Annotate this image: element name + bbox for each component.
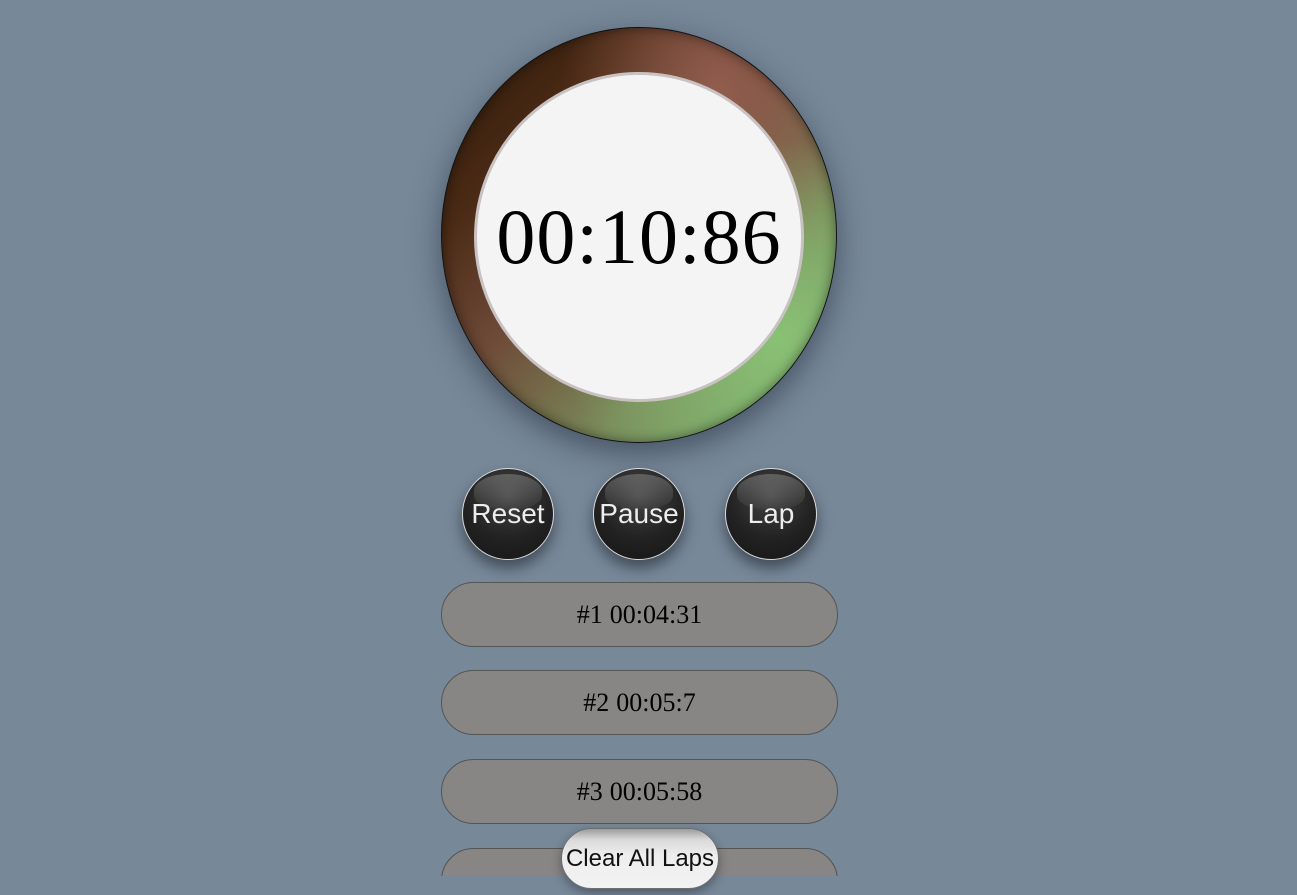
lap-time: 00:05:58 bbox=[609, 776, 703, 806]
reset-button[interactable]: Reset bbox=[462, 468, 554, 560]
pause-button[interactable]: Pause bbox=[593, 468, 685, 560]
stopwatch-dial: 00:10:86 bbox=[441, 27, 837, 443]
stopwatch-app: 00:10:86 Reset Pause Lap #1 00:04:31 #2 … bbox=[0, 0, 1297, 895]
lap-number: #3 bbox=[576, 776, 603, 806]
lap-number: #2 bbox=[583, 687, 610, 717]
elapsed-time-display: 00:10:86 bbox=[496, 193, 782, 280]
lap-button[interactable]: Lap bbox=[725, 468, 817, 560]
lap-time: 00:05:7 bbox=[616, 687, 696, 717]
clear-all-laps-button[interactable]: Clear All Laps bbox=[561, 828, 719, 889]
lap-list-item: #3 00:05:58 bbox=[441, 759, 838, 824]
lap-number: #1 bbox=[576, 599, 603, 629]
lap-list-item: #1 00:04:31 bbox=[441, 582, 838, 647]
stopwatch-face: 00:10:86 bbox=[474, 72, 804, 402]
lap-list-item: #2 00:05:7 bbox=[441, 670, 838, 735]
lap-time: 00:04:31 bbox=[609, 599, 703, 629]
